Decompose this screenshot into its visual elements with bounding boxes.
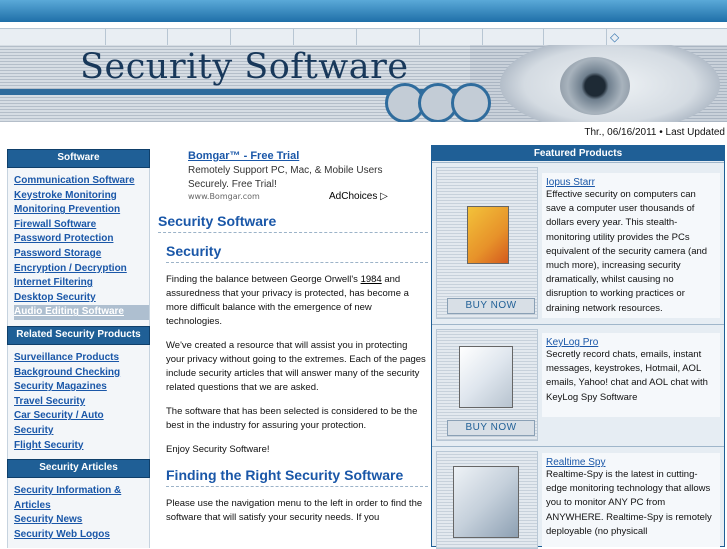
product-card: Realtime Spy Realtime-Spy is the latest … [432, 446, 724, 549]
product-description: KeyLog Pro Secretly record chats, emails… [542, 333, 720, 417]
section-heading-security: Security [166, 243, 428, 263]
sidebar-link-car-security[interactable]: Car Security / Auto [14, 409, 149, 424]
intro-paragraph: Finding the balance between George Orwel… [166, 273, 428, 329]
site-title: Security Software [80, 47, 409, 87]
buy-now-button[interactable]: BUY NOW [447, 298, 535, 314]
sidebar-list-software: Communication Software Keystroke Monitor… [7, 168, 150, 326]
product-image[interactable]: BUY NOW [436, 167, 538, 319]
ad-title-link[interactable]: Bomgar™ - Free Trial [188, 150, 428, 162]
section-heading-finding: Finding the Right Security Software [166, 467, 428, 487]
software-box-icon [467, 206, 509, 264]
diamond-icon[interactable]: ◇ [610, 30, 619, 44]
product-description: Realtime Spy Realtime-Spy is the latest … [542, 453, 720, 547]
paragraph-text: Finding the balance between George Orwel… [166, 274, 361, 285]
featured-products-heading: Featured Products [432, 146, 724, 161]
product-desc-text: Realtime-Spy is the latest in cutting-ed… [546, 469, 712, 537]
circle-ornament [451, 83, 491, 122]
nav-cell[interactable] [357, 29, 420, 45]
sidebar-link-car-security-cont[interactable]: Security [14, 424, 149, 439]
sidebar: Software Communication Software Keystrok… [7, 149, 150, 549]
sidebar-list-related: Surveillance Products Background Checkin… [7, 344, 150, 460]
sidebar-heading-articles: Security Articles [7, 459, 150, 479]
sidebar-list-articles: Security Information & Articles Security… [7, 478, 150, 549]
nav-cell[interactable] [420, 29, 483, 45]
sidebar-link-security-magazines[interactable]: Security Magazines [14, 380, 149, 395]
top-nav-strip: ◇ [0, 28, 727, 46]
sidebar-heading-related: Related Security Products [7, 325, 150, 345]
sidebar-link-security-news[interactable]: Security News [14, 513, 149, 528]
ad-text-line: Remotely Support PC, Mac, & Mobile Users [188, 165, 383, 176]
product-image[interactable]: BUY NOW [436, 329, 538, 441]
sidebar-link-encryption[interactable]: Encryption / Decryption [14, 262, 149, 277]
sidebar-link-background-checking[interactable]: Background Checking [14, 366, 149, 381]
product-desc-text: Secretly record chats, emails, instant m… [546, 349, 708, 403]
sidebar-link-keystroke-monitoring[interactable]: Keystroke Monitoring [14, 189, 149, 204]
product-name-link[interactable]: Realtime Spy [546, 457, 716, 468]
product-name-link[interactable]: Iopus Starr [546, 177, 716, 188]
sidebar-link-monitoring-prevention[interactable]: Monitoring Prevention [14, 203, 149, 218]
sidebar-link-audio-editing[interactable]: Audio Editing Software [14, 305, 149, 320]
nav-cell[interactable] [483, 29, 544, 45]
eye-iris [560, 57, 630, 115]
ad-url[interactable]: www.Bomgar.com [188, 192, 428, 201]
header-banner: Security Software [0, 45, 727, 122]
top-bar [0, 0, 727, 22]
nav-cell[interactable] [294, 29, 357, 45]
navigation-paragraph: Please use the navigation menu to the le… [166, 498, 423, 523]
selection-paragraph: The software that has been selected is c… [166, 406, 418, 431]
featured-products-panel: Featured Products BUY NOW Iopus Starr Ef… [431, 145, 725, 549]
sidebar-link-desktop-security[interactable]: Desktop Security [14, 291, 149, 306]
product-name-link[interactable]: KeyLog Pro [546, 337, 716, 348]
nav-cell[interactable] [0, 29, 106, 45]
main-content: Security Software Security Finding the b… [158, 213, 428, 525]
nav-cell[interactable] [231, 29, 294, 45]
sidebar-link-communication-software[interactable]: Communication Software [14, 174, 149, 189]
product-card: BUY NOW KeyLog Pro Secretly record chats… [432, 324, 724, 445]
sidebar-link-security-information[interactable]: Security Information & [14, 484, 149, 499]
page-title: Security Software [158, 213, 428, 233]
sidebar-link-surveillance-products[interactable]: Surveillance Products [14, 351, 149, 366]
sidebar-link-security-web-logos[interactable]: Security Web Logos [14, 528, 149, 543]
ad-text-line: Securely. Free Trial! [188, 179, 277, 190]
sidebar-link-password-storage[interactable]: Password Storage [14, 247, 149, 262]
buy-now-button[interactable]: BUY NOW [447, 420, 535, 436]
software-box-icon [459, 346, 513, 408]
product-description: Iopus Starr Effective security on comput… [542, 173, 720, 318]
sidebar-link-firewall-software[interactable]: Firewall Software [14, 218, 149, 233]
sidebar-link-flight-security[interactable]: Flight Security [14, 439, 149, 454]
sidebar-link-travel-security[interactable]: Travel Security [14, 395, 149, 410]
sidebar-link-articles[interactable]: Articles [14, 499, 149, 514]
sidebar-link-internet-filtering[interactable]: Internet Filtering [14, 276, 149, 291]
adchoices-link[interactable]: AdChoices ▷ [329, 191, 388, 202]
sidebar-link-password-protection[interactable]: Password Protection [14, 232, 149, 247]
product-image[interactable] [436, 451, 538, 549]
date-line: Thr., 06/16/2011 • Last Updated [584, 127, 725, 138]
sidebar-heading-software: Software [7, 149, 150, 168]
product-desc-text: Effective security on computers can save… [546, 189, 708, 314]
orwell-1984-link[interactable]: 1984 [361, 274, 382, 285]
software-box-icon [453, 466, 519, 538]
resource-paragraph: We've created a resource that will assis… [166, 340, 426, 393]
nav-cell[interactable] [168, 29, 231, 45]
product-card: BUY NOW Iopus Starr Effective security o… [432, 162, 724, 323]
ad-block: Bomgar™ - Free Trial Remotely Support PC… [188, 150, 428, 201]
enjoy-paragraph: Enjoy Security Software! [166, 444, 270, 455]
nav-cell[interactable] [106, 29, 168, 45]
nav-cell[interactable] [544, 29, 607, 45]
